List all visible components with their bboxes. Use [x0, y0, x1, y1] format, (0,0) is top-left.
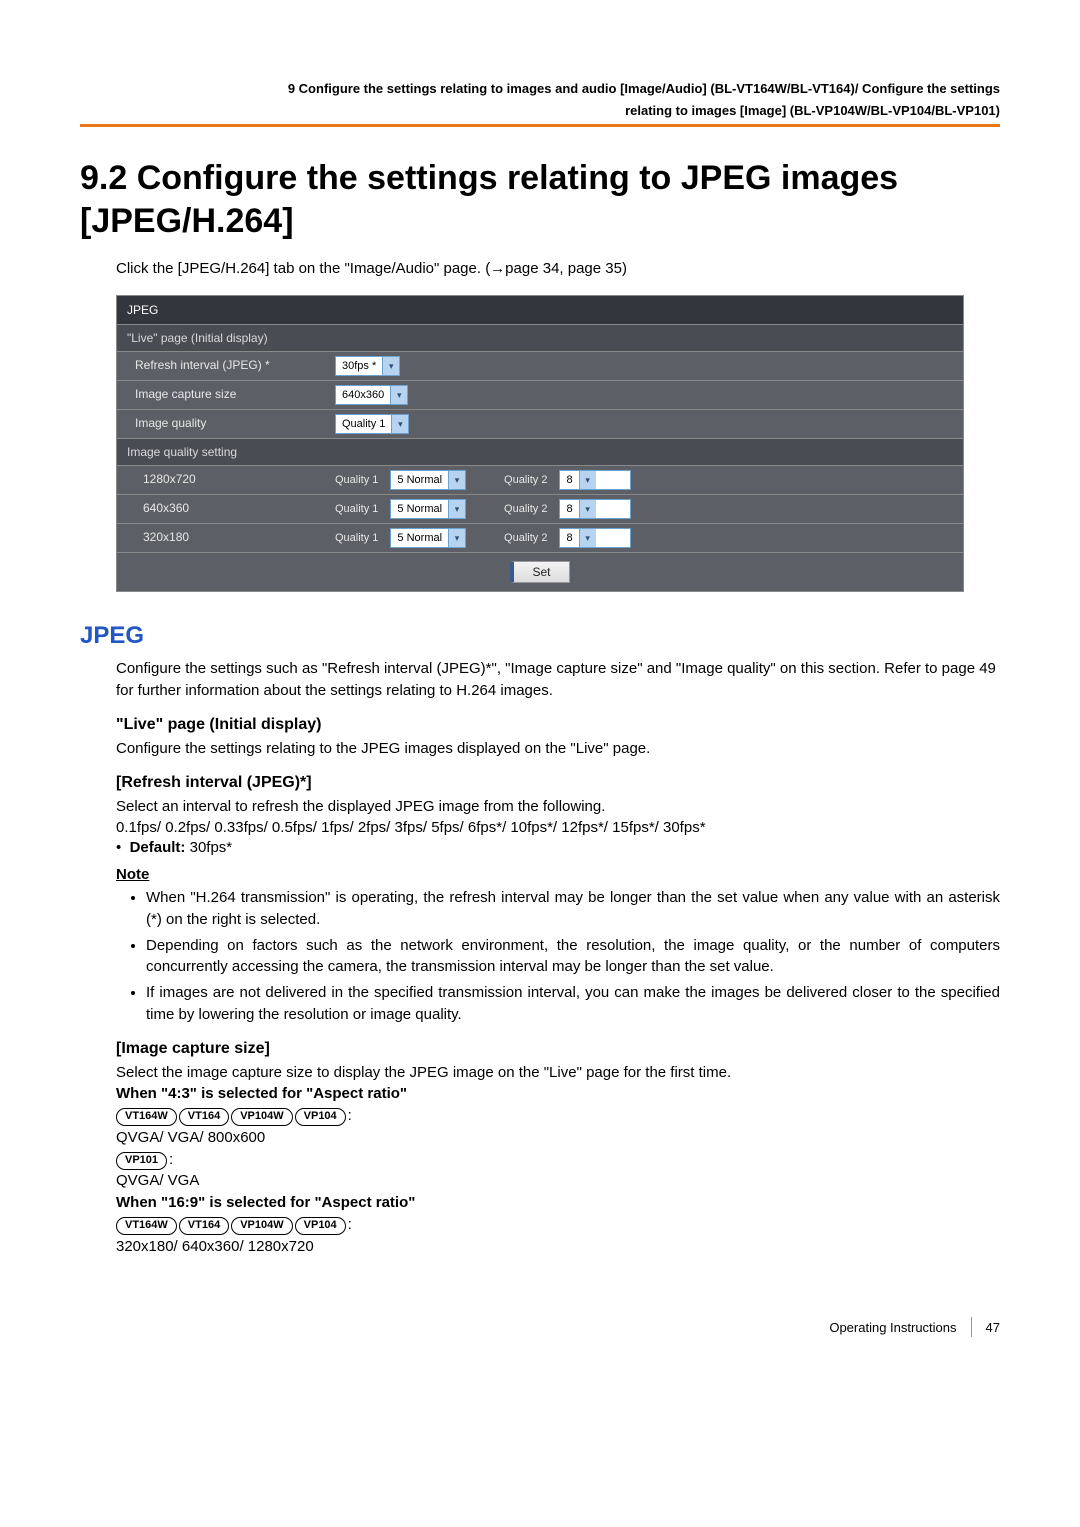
model-badge: VT164 — [179, 1108, 229, 1126]
models-line-2: VP101: — [116, 1149, 1000, 1171]
when-16-9-line: When "16:9" is selected for "Aspect rati… — [116, 1192, 1000, 1214]
chevron-down-icon: ▾ — [448, 529, 465, 547]
refresh-interval-select[interactable]: 30fps * ▾ — [335, 356, 400, 376]
resolutions-4-3-a: QVGA/ VGA/ 800x600 — [116, 1127, 1000, 1149]
refresh-interval-row: Refresh interval (JPEG) * 30fps * ▾ — [117, 352, 963, 381]
footer-page-number: 47 — [986, 1320, 1000, 1335]
live-page-text: Configure the settings relating to the J… — [116, 738, 1000, 760]
settings-panel-screenshot: JPEG "Live" page (Initial display) Refre… — [116, 295, 964, 592]
image-quality-row: Image quality Quality 1 ▾ — [117, 410, 963, 439]
image-quality-label: Image quality — [117, 410, 327, 438]
footer-label: Operating Instructions — [829, 1320, 956, 1335]
chevron-down-icon: ▾ — [579, 471, 596, 489]
refresh-text-2: 0.1fps/ 0.2fps/ 0.33fps/ 0.5fps/ 1fps/ 2… — [116, 817, 1000, 839]
live-page-heading: "Live" page (Initial display) — [116, 716, 1000, 734]
page-header-line2: relating to images [Image] (BL-VP104W/BL… — [80, 102, 1000, 120]
intro-text: Click the [JPEG/H.264] tab on the "Image… — [116, 260, 1000, 277]
chevron-down-icon: ▾ — [390, 386, 407, 404]
model-badge: VP104W — [231, 1217, 292, 1235]
quality1-select[interactable]: 5 Normal▾ — [390, 528, 466, 548]
model-badge: VP104 — [295, 1217, 346, 1235]
refresh-interval-heading: [Refresh interval (JPEG)*] — [116, 774, 1000, 792]
chevron-down-icon: ▾ — [391, 415, 408, 433]
chevron-down-icon: ▾ — [579, 529, 596, 547]
live-page-subheader: "Live" page (Initial display) — [117, 325, 963, 352]
model-badge: VP104W — [231, 1108, 292, 1126]
section-title: 9.2 Configure the settings relating to J… — [80, 157, 1000, 242]
image-capture-size-select[interactable]: 640x360 ▾ — [335, 385, 408, 405]
set-button[interactable]: Set — [510, 561, 569, 583]
resolutions-4-3-b: QVGA/ VGA — [116, 1170, 1000, 1192]
quality2-select[interactable]: 8▾ — [559, 528, 631, 548]
resolution-label: 640x360 — [117, 495, 327, 523]
jpeg-panel-header: JPEG — [117, 296, 963, 325]
note-item: If images are not delivered in the speci… — [146, 982, 1000, 1026]
image-capture-size-row: Image capture size 640x360 ▾ — [117, 381, 963, 410]
chevron-down-icon: ▾ — [448, 500, 465, 518]
quality-setting-row: 320x180 Quality 1 5 Normal▾ Quality 2 8▾ — [117, 524, 963, 553]
quality-setting-row: 1280x720 Quality 1 5 Normal▾ Quality 2 8▾ — [117, 466, 963, 495]
quality1-label: Quality 1 — [335, 532, 378, 544]
footer-divider — [971, 1317, 972, 1337]
quality2-label: Quality 2 — [504, 474, 547, 486]
when-4-3-line: When "4:3" is selected for "Aspect ratio… — [116, 1083, 1000, 1105]
model-badge: VP104 — [295, 1108, 346, 1126]
models-line-3: VT164WVT164VP104WVP104: — [116, 1214, 1000, 1236]
model-badge: VT164 — [179, 1217, 229, 1235]
resolutions-16-9: 320x180/ 640x360/ 1280x720 — [116, 1236, 1000, 1258]
resolution-label: 320x180 — [117, 524, 327, 552]
panel-footer: Set — [117, 553, 963, 591]
resolution-label: 1280x720 — [117, 466, 327, 494]
refresh-text-1: Select an interval to refresh the displa… — [116, 796, 1000, 818]
quality1-label: Quality 1 — [335, 503, 378, 515]
models-line-1: VT164WVT164VP104WVP104: — [116, 1105, 1000, 1127]
quality1-select[interactable]: 5 Normal▾ — [390, 499, 466, 519]
model-badge: VP101 — [116, 1152, 167, 1170]
chevron-down-icon: ▾ — [382, 357, 399, 375]
page-header-line1: 9 Configure the settings relating to ima… — [80, 80, 1000, 98]
image-capture-size-text: Select the image capture size to display… — [116, 1062, 1000, 1084]
quality2-label: Quality 2 — [504, 532, 547, 544]
quality1-select[interactable]: 5 Normal▾ — [390, 470, 466, 490]
quality2-select[interactable]: 8▾ — [559, 499, 631, 519]
image-capture-size-heading: [Image capture size] — [116, 1040, 1000, 1058]
quality1-label: Quality 1 — [335, 474, 378, 486]
image-capture-size-label: Image capture size — [117, 381, 327, 409]
header-divider — [80, 124, 1000, 127]
refresh-interval-label: Refresh interval (JPEG) * — [117, 352, 327, 380]
image-quality-select[interactable]: Quality 1 ▾ — [335, 414, 409, 434]
chevron-down-icon: ▾ — [579, 500, 596, 518]
jpeg-section-heading: JPEG — [80, 622, 1000, 650]
quality-setting-row: 640x360 Quality 1 5 Normal▾ Quality 2 8▾ — [117, 495, 963, 524]
notes-list: When "H.264 transmission" is operating, … — [146, 887, 1000, 1026]
note-item: When "H.264 transmission" is operating, … — [146, 887, 1000, 931]
note-heading: Note — [116, 866, 1000, 883]
model-badge: VT164W — [116, 1108, 177, 1126]
chevron-down-icon: ▾ — [448, 471, 465, 489]
quality2-label: Quality 2 — [504, 503, 547, 515]
default-line: • Default: 30fps* — [116, 839, 1000, 856]
note-item: Depending on factors such as the network… — [146, 935, 1000, 979]
quality2-select[interactable]: 8▾ — [559, 470, 631, 490]
model-badge: VT164W — [116, 1217, 177, 1235]
page-footer: Operating Instructions 47 — [80, 1317, 1000, 1337]
image-quality-setting-header: Image quality setting — [117, 439, 963, 466]
jpeg-intro-text: Configure the settings such as "Refresh … — [116, 658, 1000, 702]
